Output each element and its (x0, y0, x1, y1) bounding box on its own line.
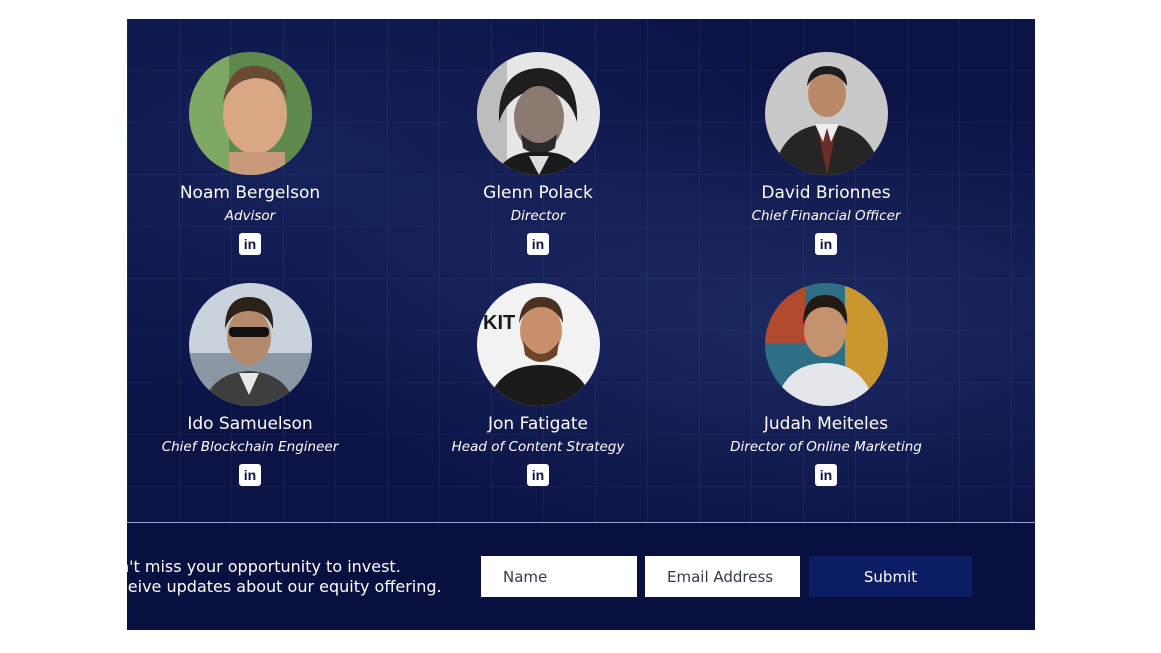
member-photo (188, 283, 312, 406)
team-section: Noam Bergelson Advisor in Glenn Polack D… (127, 19, 1035, 522)
email-input[interactable] (645, 556, 800, 597)
team-panel: Noam Bergelson Advisor in Glenn Polack D… (127, 19, 1035, 630)
team-member-card: Judah Meiteles Director of Online Market… (706, 283, 946, 486)
team-member-card: Glenn Polack Director in (418, 52, 658, 255)
member-name: Judah Meiteles (763, 414, 889, 434)
member-photo (764, 283, 888, 406)
member-name: Jon Fatigate (488, 414, 588, 434)
cta-line-1: n't miss your opportunity to invest. (127, 557, 401, 576)
linkedin-icon[interactable]: in (815, 464, 837, 486)
member-name: Ido Samuelson (187, 414, 313, 434)
member-photo (188, 52, 312, 175)
member-photo: KIT (476, 283, 600, 406)
linkedin-icon[interactable]: in (527, 464, 549, 486)
member-name: Glenn Polack (483, 183, 593, 203)
member-role: Chief Blockchain Engineer (161, 439, 339, 455)
cta-line-2: ceive updates about our equity offering. (127, 577, 442, 596)
team-member-card: David Brionnes Chief Financial Officer i… (706, 52, 946, 255)
linkedin-icon[interactable]: in (239, 464, 261, 486)
linkedin-icon[interactable]: in (239, 233, 261, 255)
member-photo (476, 52, 600, 175)
signup-bar: n't miss your opportunity to invest. cei… (127, 523, 1035, 630)
member-role: Advisor (224, 208, 276, 224)
member-name: Noam Bergelson (179, 183, 321, 203)
member-name: David Brionnes (761, 183, 891, 203)
svg-text:KIT: KIT (483, 312, 515, 334)
member-photo (764, 52, 888, 175)
member-role: Director (510, 208, 566, 224)
team-member-card: Noam Bergelson Advisor in (130, 52, 370, 255)
signup-cta: n't miss your opportunity to invest. cei… (127, 557, 442, 597)
name-input[interactable] (481, 556, 637, 597)
team-member-card: Ido Samuelson Chief Blockchain Engineer … (130, 283, 370, 486)
submit-button[interactable]: Submit (809, 556, 972, 597)
team-member-card: KIT Jon Fatigate Head of Content Strateg… (418, 283, 658, 486)
member-role: Head of Content Strategy (451, 439, 625, 455)
linkedin-icon[interactable]: in (527, 233, 549, 255)
linkedin-icon[interactable]: in (815, 233, 837, 255)
member-role: Chief Financial Officer (751, 208, 901, 224)
member-role: Director of Online Marketing (730, 439, 922, 455)
